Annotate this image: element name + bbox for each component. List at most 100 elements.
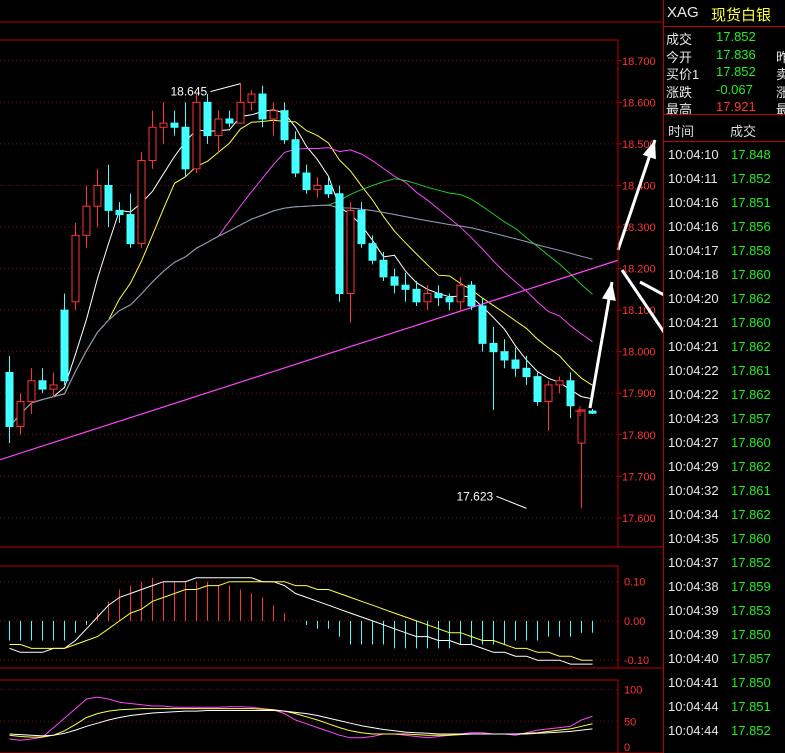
tick-price: 17.852 (731, 555, 771, 570)
ticks-header-time: 时间 (668, 124, 695, 139)
tick-row: 10:04:39 17.850 (664, 623, 785, 647)
candle-body (368, 243, 377, 261)
symbol-code: XAG (667, 4, 699, 21)
tick-row: 10:04:27 17.860 (664, 431, 785, 455)
tick-price: 17.862 (731, 339, 771, 354)
y-tick-label: 17.700 (622, 471, 656, 483)
tick-time: 10:04:23 (668, 411, 719, 426)
macd-y-tick-label: 0.10 (624, 577, 645, 589)
candle-body (104, 184, 113, 211)
quote-value: 17.921 (716, 99, 756, 114)
tick-price: 17.861 (731, 363, 771, 378)
candle-body (148, 126, 157, 162)
tick-time: 10:04:16 (668, 195, 719, 210)
candle-body (291, 139, 300, 174)
tick-price: 17.857 (731, 411, 771, 426)
y-tick-label: 17.900 (622, 388, 656, 400)
candle-body (390, 276, 399, 286)
quote-value: 17.852 (716, 64, 756, 79)
candle-body (313, 184, 322, 191)
symbol-header[interactable]: XAG 现货白银 (664, 0, 785, 27)
tick-time: 10:04:18 (668, 267, 719, 282)
candle-body (214, 118, 223, 137)
kdj-y-tick-label: 100 (624, 685, 642, 697)
tick-price: 17.862 (731, 507, 771, 522)
tick-row: 10:04:38 17.859 (664, 575, 785, 599)
kdj-y-tick-label: 0 (624, 742, 630, 753)
candle-body (258, 93, 267, 120)
candle-body (445, 297, 454, 303)
quote-value: 17.852 (716, 29, 756, 44)
candle-body (269, 110, 278, 120)
tick-row: 10:04:41 17.850 (664, 671, 785, 695)
candle-body (577, 409, 586, 444)
tick-price: 17.862 (731, 387, 771, 402)
tick-row: 10:04:20 17.862 (664, 287, 785, 311)
tick-price: 17.856 (731, 219, 771, 234)
tick-time: 10:04:10 (668, 147, 719, 162)
macd-y-tick-label: -0.10 (624, 655, 649, 667)
price-annotation: 17.623 (457, 489, 494, 503)
y-tick-label: 18.700 (622, 56, 656, 68)
tick-row: 10:04:29 17.862 (664, 455, 785, 479)
tick-price: 17.852 (731, 171, 771, 186)
tick-row: 10:04:40 17.857 (664, 647, 785, 671)
tick-time: 10:04:39 (668, 627, 719, 642)
tick-row: 10:04:16 17.851 (664, 191, 785, 215)
candle-body (489, 342, 498, 353)
annotation-leader (210, 83, 241, 93)
candle-body (225, 118, 234, 124)
tick-row: 10:04:11 17.852 (664, 167, 785, 191)
tick-row: 10:04:17 17.858 (664, 239, 785, 263)
quote-row: 成交 17.852 (664, 27, 785, 47)
tick-price: 17.861 (731, 483, 771, 498)
tick-row: 10:04:16 17.856 (664, 215, 785, 239)
tick-price: 17.852 (731, 723, 771, 738)
tick-row: 10:04:44 17.852 (664, 719, 785, 743)
tick-time: 10:04:39 (668, 603, 719, 618)
candle-body (115, 209, 124, 216)
y-tick-label: 18.000 (622, 347, 656, 359)
tick-price: 17.859 (731, 579, 771, 594)
quote-row: 涨跌 -0.067 涨 (664, 80, 785, 100)
candle-body (280, 110, 289, 141)
candle-body (533, 376, 542, 403)
candle-body (82, 205, 91, 236)
tick-time: 10:04:32 (668, 483, 719, 498)
y-tick-label: 17.600 (622, 513, 656, 525)
candle-body (588, 410, 597, 414)
ticks-header: 时间 成交 (664, 114, 785, 142)
tick-time: 10:04:20 (668, 291, 719, 306)
tick-row: 10:04:37 17.852 (664, 551, 785, 575)
candle-body (236, 101, 245, 124)
y-tick-label: 18.600 (622, 97, 656, 109)
tick-price: 17.848 (731, 147, 771, 162)
candle-body (357, 209, 366, 245)
candle-body (93, 184, 102, 207)
candle-body (555, 380, 564, 386)
candle-body (181, 126, 190, 170)
tick-time: 10:04:41 (668, 675, 719, 690)
tick-row: 10:04:32 17.861 (664, 479, 785, 503)
tick-price: 17.858 (731, 243, 771, 258)
candle-body (544, 384, 553, 403)
candle-body (71, 234, 80, 303)
candle-body (126, 214, 135, 245)
trend-line (0, 259, 619, 461)
tick-price: 17.860 (731, 531, 771, 546)
tick-row: 10:04:23 17.857 (664, 407, 785, 431)
candle-body (60, 309, 69, 382)
tick-time: 10:04:29 (668, 459, 719, 474)
candle-body (203, 101, 212, 137)
kdj-y-tick-label: 50 (624, 716, 636, 728)
tick-row: 10:04:44 17.851 (664, 695, 785, 719)
candle-body (137, 160, 146, 245)
y-tick-label: 18.200 (622, 264, 656, 276)
tick-price: 17.862 (731, 291, 771, 306)
kline-chart[interactable]: 18.64517.623 18.70018.60018.50018.40018.… (0, 0, 663, 753)
candle-body (16, 401, 25, 427)
ticks-header-price: 成交 (730, 124, 757, 139)
symbol-name: 现货白银 (711, 7, 772, 24)
tick-time: 10:04:17 (668, 243, 719, 258)
tick-price: 17.850 (731, 675, 771, 690)
